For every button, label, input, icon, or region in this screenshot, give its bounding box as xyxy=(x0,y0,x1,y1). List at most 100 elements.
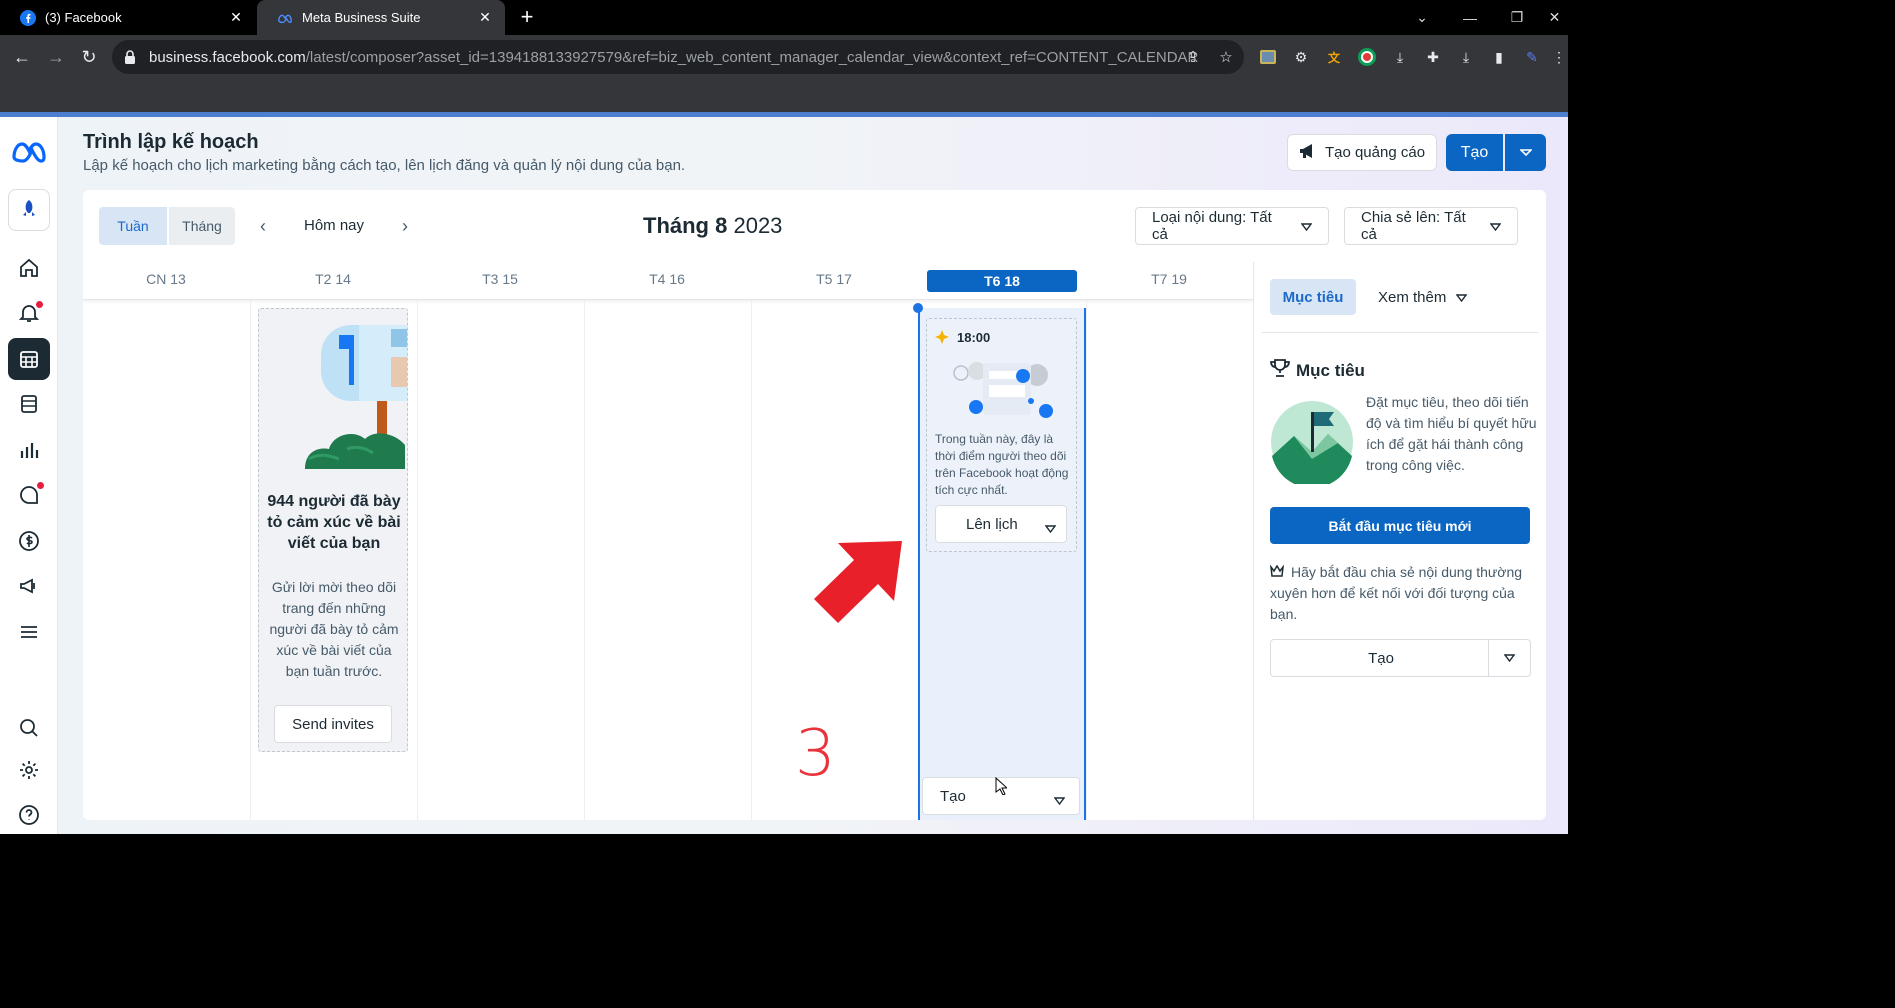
ads-megaphone-icon[interactable] xyxy=(8,565,50,607)
create-ad-button[interactable]: Tạo quảng cáo xyxy=(1287,134,1437,171)
home-icon[interactable] xyxy=(8,247,50,289)
help-icon[interactable] xyxy=(8,794,50,836)
close-tab-icon[interactable]: ✕ xyxy=(228,9,244,26)
schedule-button[interactable]: Lên lịch xyxy=(935,505,1067,543)
extension-record-icon[interactable] xyxy=(1357,47,1377,67)
sparkle-icon xyxy=(935,330,949,349)
trophy-icon xyxy=(1270,359,1290,382)
view-month-tab[interactable]: Tháng xyxy=(169,207,235,245)
megaphone-icon xyxy=(1299,143,1317,163)
extension-translate-icon[interactable]: 文 xyxy=(1324,47,1344,67)
column-divider xyxy=(417,300,418,820)
menu-icon[interactable]: ⋮ xyxy=(1552,47,1566,67)
close-tab-icon[interactable]: ✕ xyxy=(477,9,493,26)
promo-title: 944 người đã bày tỏ cảm xúc về bài viết … xyxy=(267,493,401,552)
column-divider xyxy=(250,300,251,820)
side-panel-icon[interactable]: ▮ xyxy=(1489,47,1509,67)
tab-title: (3) Facebook xyxy=(45,10,122,25)
tab-search-icon[interactable]: ⌄ xyxy=(1399,0,1445,35)
extension-download-icon[interactable]: ⤓ xyxy=(1390,47,1410,67)
browser-infobar xyxy=(0,79,1568,112)
start-new-goal-button[interactable]: Bắt đầu mục tiêu mới xyxy=(1270,507,1530,544)
insights-chart-icon[interactable] xyxy=(8,429,50,471)
notification-dot xyxy=(36,301,43,308)
extensions-puzzle-icon[interactable]: ✚ xyxy=(1423,47,1443,67)
browser-tab-meta-business-suite[interactable]: Meta Business Suite ✕ xyxy=(257,0,505,35)
left-nav xyxy=(0,117,58,834)
suggested-time-text: Trong tuần này, đây là thời điểm người t… xyxy=(935,432,1069,497)
browser-tab-facebook[interactable]: (3) Facebook ✕ xyxy=(0,0,256,35)
browser-tabstrip: (3) Facebook ✕ Meta Business Suite ✕ + ⌄… xyxy=(0,0,1568,35)
extension-gear-icon[interactable]: ⚙ xyxy=(1291,47,1311,67)
share-to-filter[interactable]: Chia sẻ lên: Tất cả xyxy=(1344,207,1518,245)
url-text: business.facebook.com/latest/composer?as… xyxy=(149,48,1199,66)
column-divider xyxy=(751,300,752,820)
dropdown-triangle-icon[interactable] xyxy=(1488,640,1530,676)
back-icon[interactable]: ← xyxy=(11,46,33,68)
inbox-chat-icon[interactable] xyxy=(8,474,50,516)
planner-calendar-icon[interactable] xyxy=(8,338,50,380)
share-icon[interactable]: ⇪ xyxy=(1184,49,1202,67)
settings-gear-icon[interactable] xyxy=(8,749,50,791)
tab-see-more[interactable]: Xem thêm xyxy=(1378,289,1468,306)
panel-create-button[interactable]: Tạo xyxy=(1270,639,1531,677)
search-icon[interactable] xyxy=(8,707,50,749)
create-dropdown-icon[interactable] xyxy=(1505,134,1546,171)
goals-description: Đặt mục tiêu, theo dõi tiến độ và tìm hi… xyxy=(1366,394,1537,473)
dropdown-triangle-icon xyxy=(1300,218,1313,235)
profile-icon[interactable]: ✎ xyxy=(1522,47,1542,67)
goal-flag-illustration xyxy=(1270,400,1354,489)
monetization-dollar-icon[interactable] xyxy=(8,520,50,562)
day-tue-15[interactable]: T3 15 xyxy=(425,271,575,287)
tab-goals[interactable]: Mục tiêu xyxy=(1270,279,1356,315)
downloads-icon[interactable]: ⤓ xyxy=(1456,47,1476,67)
close-window-icon[interactable]: ✕ xyxy=(1541,0,1568,35)
goals-title: Mục tiêu xyxy=(1270,359,1365,382)
new-tab-icon[interactable]: + xyxy=(516,6,538,28)
suggested-time: 18:00 xyxy=(957,330,991,345)
annotation-number: 3 xyxy=(795,717,836,791)
content-icon[interactable] xyxy=(8,383,50,425)
inbox-dot xyxy=(37,482,44,489)
reload-icon[interactable]: ↻ xyxy=(78,46,100,68)
notifications-bell-icon[interactable] xyxy=(8,292,50,334)
day-header-row: CN 13 T2 14 T3 15 T4 16 T5 17 T6 18 T7 1… xyxy=(83,262,1253,300)
page-avatar-icon[interactable] xyxy=(8,189,50,231)
view-week-tab[interactable]: Tuần xyxy=(99,207,167,245)
app-area: Trình lập kế hoạch Lập kế hoạch cho lịch… xyxy=(0,117,1568,834)
dropdown-triangle-icon xyxy=(1053,792,1066,809)
engagement-illustration xyxy=(947,357,1057,423)
suggested-time-card: 18:00 Trong tuần này, đây là thời điểm n… xyxy=(926,318,1077,552)
month-title: Tháng 8 2023 xyxy=(643,213,783,238)
tab-title: Meta Business Suite xyxy=(302,10,421,25)
day-sat-19[interactable]: T7 19 xyxy=(1094,271,1244,287)
annotation-arrow xyxy=(812,535,906,632)
facebook-icon xyxy=(20,9,36,26)
day-sun-13[interactable]: CN 13 xyxy=(91,271,241,287)
address-bar[interactable]: business.facebook.com/latest/composer?as… xyxy=(112,40,1244,74)
day-mon-14[interactable]: T2 14 xyxy=(258,271,408,287)
promo-body: Gửi lời mời theo dõi trang đến những ngư… xyxy=(269,579,399,679)
bookmark-star-icon[interactable]: ☆ xyxy=(1217,49,1235,67)
forward-icon[interactable]: → xyxy=(45,46,67,68)
lock-icon xyxy=(124,50,138,64)
content-type-filter[interactable]: Loại nội dung: Tất cả xyxy=(1135,207,1329,245)
day-fri-18-current[interactable]: T6 18 xyxy=(927,270,1077,292)
next-week-icon[interactable]: › xyxy=(395,215,415,237)
dropdown-triangle-icon xyxy=(1044,520,1057,537)
send-invites-button[interactable]: Send invites xyxy=(274,705,392,743)
minimize-icon[interactable]: — xyxy=(1447,0,1493,35)
meta-logo-icon[interactable] xyxy=(8,131,50,173)
prev-week-icon[interactable]: ‹ xyxy=(253,215,273,237)
create-button[interactable]: Tạo xyxy=(1446,134,1503,171)
goal-tip: Hãy bắt đầu chia sẻ nội dung thường xuyê… xyxy=(1269,564,1523,622)
mailbox-illustration xyxy=(299,309,407,481)
today-button[interactable]: Hôm nay xyxy=(304,217,364,234)
all-tools-menu-icon[interactable] xyxy=(8,611,50,653)
goals-panel: Mục tiêu Xem thêm Mục tiêu Đặt mục tiêu,… xyxy=(1253,262,1546,820)
restore-icon[interactable]: ❐ xyxy=(1494,0,1540,35)
day-thu-17[interactable]: T5 17 xyxy=(759,271,909,287)
meta-icon xyxy=(277,10,293,26)
extension-image-icon[interactable] xyxy=(1258,47,1278,67)
day-wed-16[interactable]: T4 16 xyxy=(592,271,742,287)
